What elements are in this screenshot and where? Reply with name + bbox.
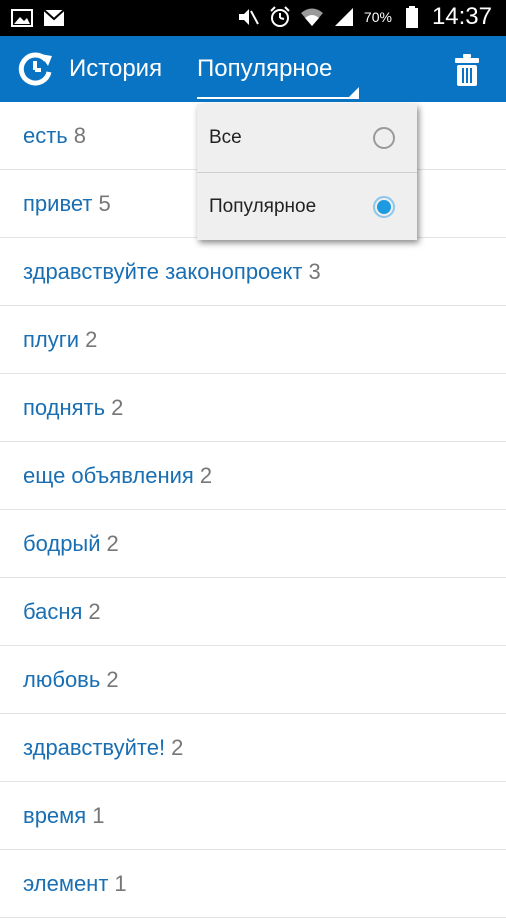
list-item-word: здравствуйте! bbox=[23, 734, 166, 760]
list-item-count: 2 bbox=[85, 326, 98, 352]
list-item-word: поднять bbox=[23, 394, 106, 420]
list-item-word: время bbox=[23, 802, 87, 828]
list-item-count: 2 bbox=[111, 394, 124, 420]
list-item[interactable]: здравствуйте! 2 bbox=[0, 714, 506, 782]
list-item-count: 2 bbox=[106, 666, 119, 692]
list-item-count: 2 bbox=[171, 734, 184, 760]
spinner-arrow-icon bbox=[349, 87, 359, 97]
gallery-icon bbox=[10, 8, 34, 28]
filter-dropdown-menu: Все Популярное bbox=[197, 104, 417, 240]
trash-icon[interactable] bbox=[454, 54, 480, 86]
list-item[interactable]: здравствуйте законопроект 3 bbox=[0, 238, 506, 306]
list-item[interactable]: любовь 2 bbox=[0, 646, 506, 714]
list-item[interactable]: плуги 2 bbox=[0, 306, 506, 374]
status-bar: 70% 14:37 bbox=[0, 0, 506, 36]
wifi-icon bbox=[300, 7, 324, 27]
list-item[interactable]: элемент 1 bbox=[0, 850, 506, 918]
list-item-word: еще объявления bbox=[23, 462, 194, 488]
list-item[interactable]: еще объявления 2 bbox=[0, 442, 506, 510]
list-item[interactable]: время 1 bbox=[0, 782, 506, 850]
action-bar: История Популярное bbox=[0, 36, 506, 102]
dropdown-option-label: Популярное bbox=[209, 195, 317, 217]
dropdown-option-label: Все bbox=[209, 127, 242, 148]
list-item-word: есть bbox=[23, 122, 68, 148]
dropdown-option-popular[interactable]: Популярное bbox=[197, 172, 417, 240]
mute-icon bbox=[236, 7, 260, 27]
list-item-word: бодрый bbox=[23, 530, 101, 556]
list-item-count: 3 bbox=[308, 258, 321, 284]
signal-icon bbox=[332, 7, 356, 27]
dropdown-option-all[interactable]: Все bbox=[197, 104, 417, 172]
list-item-word: плуги bbox=[23, 326, 80, 352]
list-item-word: привет bbox=[23, 190, 93, 216]
radio-button-unchecked[interactable] bbox=[373, 127, 395, 149]
list-item-count: 2 bbox=[88, 598, 101, 624]
list-item-count: 2 bbox=[106, 530, 119, 556]
list-item-word: элемент bbox=[23, 870, 109, 896]
list-item-count: 1 bbox=[92, 802, 105, 828]
list-item[interactable]: поднять 2 bbox=[0, 374, 506, 442]
radio-dot-icon bbox=[377, 199, 391, 214]
list-item-count: 2 bbox=[199, 462, 213, 488]
battery-percentage: 70% bbox=[363, 9, 392, 25]
list-item-count: 1 bbox=[114, 870, 127, 896]
history-icon[interactable] bbox=[16, 50, 54, 88]
list-item[interactable]: бодрый 2 bbox=[0, 510, 506, 578]
alarm-icon bbox=[268, 6, 292, 27]
battery-icon bbox=[400, 6, 424, 28]
spinner-value: Популярное bbox=[197, 55, 333, 82]
radio-button-checked[interactable] bbox=[373, 195, 395, 218]
list-item-count: 5 bbox=[98, 190, 111, 216]
page-title: История bbox=[69, 55, 163, 82]
list-item-word: здравствуйте законопроект bbox=[23, 258, 303, 284]
gmail-icon bbox=[42, 8, 66, 28]
filter-spinner[interactable]: Популярное bbox=[197, 55, 359, 99]
clock: 14:37 bbox=[431, 3, 492, 30]
list-item-word: басня bbox=[23, 598, 83, 624]
list-item-word: любовь bbox=[23, 666, 101, 692]
list-item-count: 8 bbox=[73, 122, 87, 148]
list-item[interactable]: басня 2 bbox=[0, 578, 506, 646]
